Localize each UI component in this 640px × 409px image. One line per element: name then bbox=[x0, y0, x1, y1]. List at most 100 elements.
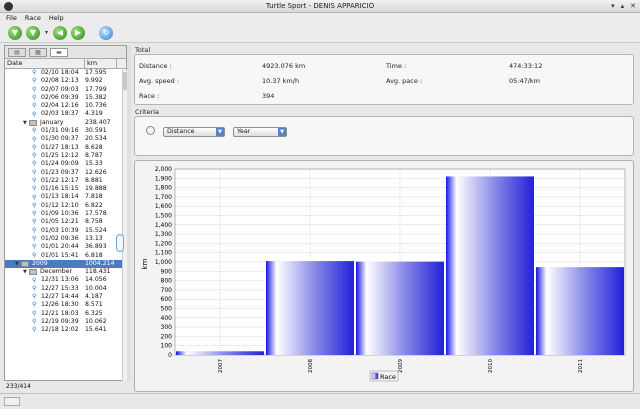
bar-2007[interactable] bbox=[176, 351, 264, 355]
table-row[interactable]: ⚲ 12/26 18:30 8.571 bbox=[5, 301, 126, 309]
runner-icon: ⚲ bbox=[32, 326, 37, 334]
x-tick-label: 2010 bbox=[488, 359, 494, 373]
filter-icon[interactable]: ▼ bbox=[8, 25, 22, 40]
table-row[interactable]: ⚲ 01/01 20:44 36.893 bbox=[5, 243, 126, 251]
forward-icon[interactable]: ▶ bbox=[71, 25, 85, 40]
table-row[interactable]: ⚲ 01/25 12:12 8.787 bbox=[5, 152, 126, 160]
table-row[interactable]: ▼ December 118.431 bbox=[5, 268, 126, 276]
tab-chart[interactable]: ▬ bbox=[50, 48, 68, 57]
column-header-km[interactable]: km bbox=[85, 59, 117, 68]
period-select[interactable]: Year ▼ bbox=[233, 127, 287, 137]
table-row[interactable]: ⚲ 02/07 09:03 17.799 bbox=[5, 86, 126, 94]
menu-race[interactable]: Race bbox=[25, 14, 41, 22]
table-row[interactable]: ⚲ 01/31 09:16 30.591 bbox=[5, 127, 126, 135]
menu-file[interactable]: File bbox=[6, 14, 17, 22]
bar-2011[interactable] bbox=[536, 267, 624, 355]
table-row[interactable]: ▼ January 238.407 bbox=[5, 119, 126, 127]
bar-2009[interactable] bbox=[356, 261, 444, 355]
window-controls: ▾ ▴ ✕ bbox=[611, 2, 636, 10]
table-row[interactable]: ⚲ 12/19 09:39 10.062 bbox=[5, 318, 126, 326]
tab-calendar[interactable]: ▦ bbox=[29, 48, 47, 57]
table-row[interactable]: ⚲ 12/31 13:06 14.056 bbox=[5, 276, 126, 284]
table-row[interactable]: ⚲ 12/27 14:44 4.187 bbox=[5, 293, 126, 301]
table-row[interactable]: ⚲ 01/03 10:39 15.524 bbox=[5, 227, 126, 235]
splitter-handle[interactable] bbox=[116, 234, 124, 252]
table-row[interactable]: ⚲ 01/09 10:36 17.578 bbox=[5, 210, 126, 218]
bar-2010[interactable] bbox=[446, 176, 534, 355]
runner-icon: ⚲ bbox=[32, 77, 37, 85]
row-date: 01/13 18:14 bbox=[41, 193, 79, 201]
x-tick-label: 2008 bbox=[308, 359, 314, 373]
row-date: 02/06 09:39 bbox=[41, 93, 79, 101]
table-row[interactable]: ⚲ 02/03 18:37 4.319 bbox=[5, 110, 126, 118]
splitter[interactable] bbox=[127, 45, 131, 381]
row-date: 01/09 10:36 bbox=[41, 210, 79, 218]
y-tick-label: 100 bbox=[161, 343, 173, 350]
refresh-icon[interactable]: ↻ bbox=[99, 25, 113, 40]
table-row[interactable]: ⚲ 01/16 15:15 19.888 bbox=[5, 185, 126, 193]
table-row[interactable]: ⚲ 01/01 15:41 6.818 bbox=[5, 252, 126, 260]
runner-icon: ⚲ bbox=[32, 226, 37, 234]
row-date-cell: ⚲ 12/21 18:03 bbox=[5, 310, 85, 318]
total-panel: Distance : 4923.076 km Time : 474:33:12 … bbox=[134, 54, 634, 105]
table-row[interactable]: ⚲ 01/05 12:21 8.758 bbox=[5, 218, 126, 226]
maximize-icon[interactable]: ▴ bbox=[621, 2, 625, 10]
row-km: 8.758 bbox=[85, 218, 103, 226]
row-km: 8.787 bbox=[85, 151, 103, 159]
runner-icon: ⚲ bbox=[32, 293, 37, 301]
runner-icon: ⚲ bbox=[32, 276, 37, 284]
row-date-cell: ⚲ 01/01 15:41 bbox=[5, 252, 85, 260]
row-date-cell: ⚲ 02/04 12:16 bbox=[5, 102, 85, 110]
menu-help[interactable]: Help bbox=[49, 14, 64, 22]
runner-icon: ⚲ bbox=[32, 152, 37, 160]
runner-icon: ⚲ bbox=[32, 201, 37, 209]
table-row[interactable]: ⚲ 01/23 09:37 12.626 bbox=[5, 169, 126, 177]
table-row[interactable]: ⚲ 02/04 12:16 10.736 bbox=[5, 102, 126, 110]
y-axis-label: km bbox=[141, 258, 149, 269]
runner-icon: ⚲ bbox=[32, 135, 37, 143]
y-tick-label: 1,700 bbox=[155, 194, 172, 201]
close-icon[interactable]: ✕ bbox=[630, 2, 636, 10]
row-date-cell: ▼ 2009 bbox=[5, 260, 85, 268]
row-date-cell: ▼ December bbox=[5, 268, 85, 276]
row-date: 01/16 15:15 bbox=[41, 185, 79, 193]
folder-icon bbox=[29, 269, 37, 276]
distance-label: Distance : bbox=[139, 62, 172, 70]
table-row[interactable]: ⚲ 01/12 12:10 6.822 bbox=[5, 202, 126, 210]
row-date-cell: ▼ January bbox=[5, 119, 85, 127]
row-km: 1004.214 bbox=[85, 259, 115, 267]
status-pane bbox=[4, 397, 20, 406]
table-row[interactable]: ⚲ 02/08 12:13 9.992 bbox=[5, 77, 126, 85]
table-row[interactable]: ⚲ 01/27 18:13 8.628 bbox=[5, 144, 126, 152]
minimize-icon[interactable]: ▾ bbox=[611, 2, 615, 10]
row-date-cell: ⚲ 01/12 12:10 bbox=[5, 202, 85, 210]
row-date: 2009 bbox=[32, 259, 48, 267]
table-row[interactable]: ⚲ 01/13 18:14 7.818 bbox=[5, 193, 126, 201]
table-row[interactable]: ⚲ 02/06 09:39 15.382 bbox=[5, 94, 126, 102]
table-row[interactable]: ⚲ 02/10 18:04 17.595 bbox=[5, 69, 126, 77]
chevron-down-icon[interactable]: ▾ bbox=[44, 26, 49, 40]
table-row[interactable]: ⚲ 01/30 09:37 20.534 bbox=[5, 135, 126, 143]
filter-icon[interactable]: ▼ bbox=[26, 25, 40, 40]
table-row[interactable]: ⚲ 01/24 09:09 15.33 bbox=[5, 160, 126, 168]
row-km: 4.187 bbox=[85, 293, 103, 301]
table-row[interactable]: ⚲ 12/21 18:03 6.325 bbox=[5, 310, 126, 318]
column-header-date[interactable]: Date bbox=[5, 59, 85, 68]
runner-icon: ⚲ bbox=[32, 301, 37, 309]
back-icon[interactable]: ◀ bbox=[53, 25, 67, 40]
table-row[interactable]: ⚲ 01/02 09:36 13.13 bbox=[5, 235, 126, 243]
table-row[interactable]: ⚲ 01/22 12:17 8.881 bbox=[5, 177, 126, 185]
tab-list[interactable]: ▤ bbox=[8, 48, 26, 57]
race-tree: ⚲ 02/10 18:04 17.595 ⚲ 02/08 12:13 9.992 ⚲ 02/0… bbox=[5, 69, 126, 380]
metric-select[interactable]: Distance ▼ bbox=[163, 127, 225, 137]
table-row[interactable]: ▼ 2009 1004.214 bbox=[5, 259, 126, 269]
table-row[interactable]: ⚲ 12/27 15:33 10.004 bbox=[5, 285, 126, 293]
table-row[interactable]: ⚲ 12/18 12:02 15.641 bbox=[5, 326, 126, 334]
row-date-cell: ⚲ 01/05 12:21 bbox=[5, 218, 85, 226]
row-date: 01/05 12:21 bbox=[41, 218, 79, 226]
y-tick-label: 300 bbox=[161, 324, 173, 331]
row-date-cell: ⚲ 12/27 15:33 bbox=[5, 285, 85, 293]
bar-2008[interactable] bbox=[266, 261, 354, 355]
row-date-cell: ⚲ 01/02 09:36 bbox=[5, 235, 85, 243]
y-tick-label: 2,000 bbox=[155, 166, 172, 173]
